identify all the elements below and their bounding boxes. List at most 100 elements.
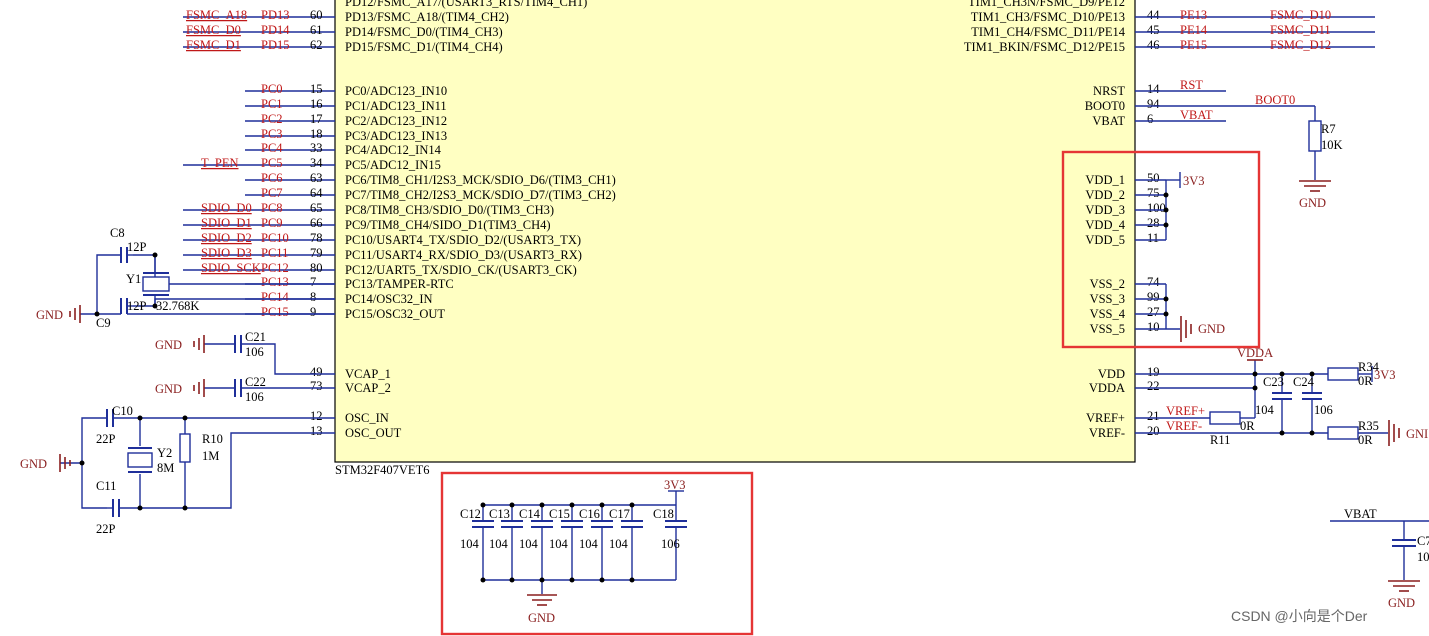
decoupling-capacitor: C16 104 [579, 502, 613, 583]
pin-label: VDD [1098, 367, 1125, 381]
pin-label: PC10/USART4_TX/SDIO_D2/(USART3_TX) [345, 233, 581, 247]
c21-ref: C21 [245, 330, 266, 344]
decoupling-capacitor: C17 104 [609, 502, 643, 583]
gnd-label: GND [155, 382, 182, 396]
cap-ref: C14 [519, 507, 541, 521]
pin-label: PC15/OSC32_OUT [345, 307, 445, 321]
pin-number: 100 [1147, 201, 1166, 215]
pin-label: VSS_2 [1090, 277, 1125, 291]
pin-label: PD13/FSMC_A18/(TIM4_CH2) [345, 10, 509, 24]
pin-number: 94 [1147, 97, 1160, 111]
net-alias: SDIO_D3 [201, 246, 252, 260]
pin-number: 49 [310, 365, 323, 379]
r35-ref: R35 [1358, 419, 1379, 433]
decoupling-highlight [440, 471, 754, 636]
pin-label: TIM1_CH3N/FSMC_D9/PE12 [968, 0, 1125, 9]
pin-label: PC11/USART4_RX/SDIO_D3/(USART3_RX) [345, 248, 582, 262]
rst-net-label: RST [1180, 78, 1203, 92]
c9-ref: C9 [96, 316, 111, 330]
c10-value: 22P [96, 432, 116, 446]
r10-ref: R10 [202, 432, 223, 446]
net-label: PC13 [261, 275, 289, 289]
pin-label: VDD_5 [1085, 233, 1125, 247]
net-alias: FSMC_D11 [1270, 23, 1331, 37]
c24-ref: C24 [1293, 375, 1315, 389]
pin-label: VCAP_1 [345, 367, 391, 381]
net-alias: SDIO_D1 [201, 216, 252, 230]
y1-value: 32.768K [156, 299, 199, 313]
pin-number: 14 [1147, 82, 1160, 96]
pin-number: 6 [1147, 112, 1153, 126]
pin-label: BOOT0 [1085, 99, 1125, 113]
pin-label: PD12/FSMC_A17/(USART3_RTS/TIM4_CH1) [345, 0, 587, 9]
boot0-net-label: BOOT0 [1255, 93, 1295, 107]
c23-value: 104 [1255, 403, 1275, 417]
cap-value: 104 [609, 537, 629, 551]
cap-value: 104 [489, 537, 509, 551]
pin-number: 9 [310, 305, 316, 319]
schematic-canvas: STM32F407VET6 PD12/FSMC_A17/(USART3_RTS/… [20, 0, 1429, 636]
vref-plus-net: VREF+ [1166, 404, 1205, 418]
net-alias: FSMC_D10 [1270, 8, 1331, 22]
hse-crystal-circuit: C10 22P C11 22P Y2 8M R10 1M GND [20, 404, 335, 536]
v3v3-label: 3V3 [664, 478, 686, 492]
pin-label: PC12/UART5_TX/SDIO_CK/(USART3_CK) [345, 263, 577, 277]
pin-number: 11 [1147, 231, 1159, 245]
net-label: PC15 [261, 305, 289, 319]
r7-value: 10K [1321, 138, 1343, 152]
c11-value: 22P [96, 522, 116, 536]
pin-number: 33 [310, 141, 323, 155]
pin-label: VREF+ [1086, 411, 1125, 425]
net-label: PE14 [1180, 23, 1208, 37]
net-alias: FSMC_D0 [186, 23, 241, 37]
ground-icon [193, 379, 205, 397]
c11-ref: C11 [96, 479, 116, 493]
pin-label: OSC_OUT [345, 426, 402, 440]
watermark: CSDN @小向是个Der [1231, 608, 1368, 624]
vcap-circuit: C21 106 C22 106 GND GND [155, 330, 335, 404]
net-label: PC0 [261, 82, 283, 96]
c8-ref: C8 [110, 226, 125, 240]
pin-number: 50 [1147, 171, 1160, 185]
pin-label: TIM1_CH4/FSMC_D11/PE14 [971, 25, 1125, 39]
cap-value: 104 [579, 537, 599, 551]
vref-minus-net: VREF- [1166, 419, 1202, 433]
y2-ref: Y2 [157, 446, 172, 460]
pin-number: 60 [310, 8, 323, 22]
decoupling-capacitor: C14 104 [519, 502, 553, 583]
decoupling-capacitor: C13 104 [489, 502, 523, 583]
r35-value: 0R [1358, 433, 1373, 447]
pin-number: 21 [1147, 409, 1160, 423]
vbat-net-label: VBAT [1180, 108, 1213, 122]
pin-label: PC0/ADC123_IN10 [345, 84, 447, 98]
c22-ref: C22 [245, 375, 266, 389]
pin-label: VSS_5 [1090, 322, 1125, 336]
cap-ref: C12 [460, 507, 481, 521]
pin-label: VREF- [1089, 426, 1125, 440]
net-label: PC7 [261, 186, 283, 200]
pin-number: 79 [310, 246, 323, 260]
pin-number: 13 [310, 424, 323, 438]
pin-number: 20 [1147, 424, 1160, 438]
r11-ref: R11 [1210, 433, 1230, 447]
pin-number: 34 [310, 156, 323, 170]
pin-label: VSS_3 [1090, 292, 1125, 306]
pin-number: 99 [1147, 290, 1160, 304]
net-label: PC12 [261, 261, 289, 275]
gnd-label: GND [528, 611, 555, 625]
pin-label: VDD_3 [1085, 203, 1125, 217]
pin-label: PC13/TAMPER-RTC [345, 277, 454, 291]
cap-ref: C17 [609, 507, 630, 521]
gnd-label: GND [36, 308, 63, 322]
pin-number: 63 [310, 171, 323, 185]
pin-number: 12 [310, 409, 323, 423]
pin-label: TIM1_BKIN/FSMC_D12/PE15 [964, 40, 1125, 54]
cap-ref: C16 [579, 507, 600, 521]
pin-number: 10 [1147, 320, 1160, 334]
c7-value: 10 [1417, 550, 1429, 564]
c21-value: 106 [245, 345, 264, 359]
net-label: PC10 [261, 231, 289, 245]
net-alias: SDIO_SCK [201, 261, 261, 275]
pin-label: PC8/TIM8_CH3/SDIO_D0/(TIM3_CH3) [345, 203, 554, 217]
pin-number: 7 [310, 275, 316, 289]
